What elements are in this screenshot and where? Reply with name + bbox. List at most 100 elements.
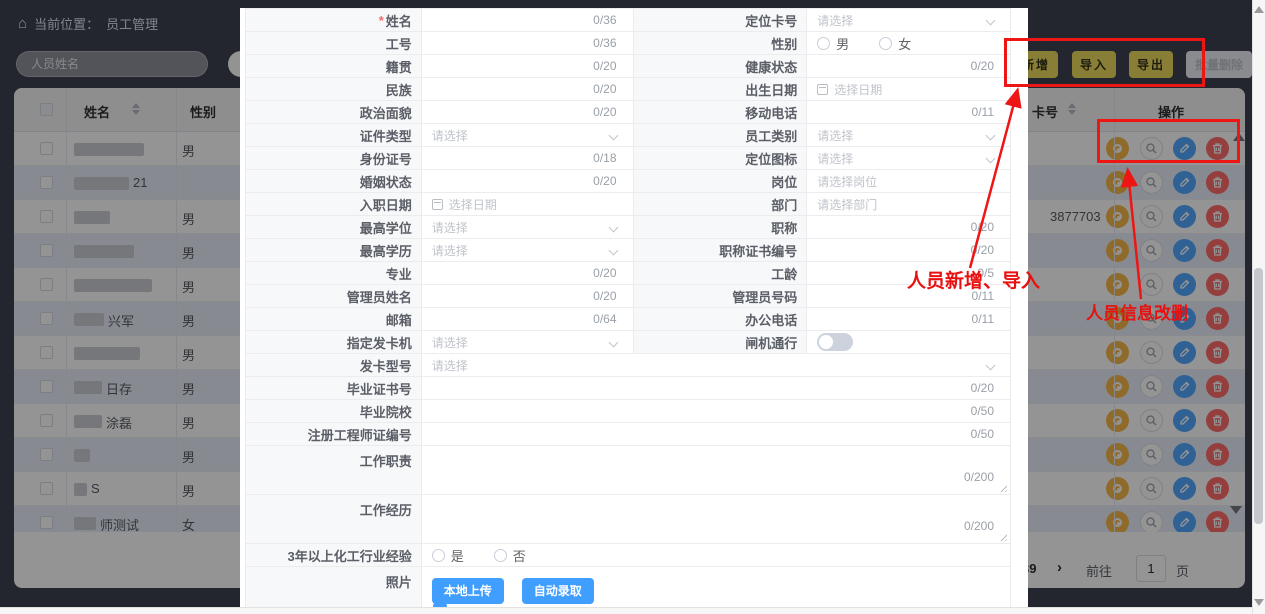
form-field-毕业证书号[interactable]: 0/20 — [422, 377, 1011, 400]
form-field-3年以上化工行业经验[interactable]: 是否 — [422, 544, 1011, 567]
form-field-定位卡号[interactable]: 请选择 — [807, 9, 1011, 32]
form-field-邮箱[interactable]: 0/64 — [422, 308, 634, 331]
form-label-民族: 民族 — [246, 78, 422, 101]
radio-circle-icon — [817, 37, 830, 50]
form-field-毕业院校[interactable]: 0/50 — [422, 400, 1011, 423]
form-field-闸机通行[interactable] — [807, 331, 1011, 354]
chevron-down-icon — [986, 154, 996, 164]
form-field-工作经历[interactable]: 0/200 — [422, 495, 1011, 544]
form-label-毕业院校: 毕业院校 — [246, 400, 422, 423]
form-label-婚姻状态: 婚姻状态 — [246, 170, 422, 193]
form-field-移动电话[interactable]: 0/11 — [807, 101, 1011, 124]
horizontal-scrollbar-track[interactable] — [0, 607, 1252, 614]
form-field-工号[interactable]: 0/36 — [422, 32, 634, 55]
form-field-出生日期[interactable]: 选择日期 — [807, 78, 1011, 101]
radio-circle-icon — [879, 37, 892, 50]
form-field-婚姻状态[interactable]: 0/20 — [422, 170, 634, 193]
form-row: 管理员姓名0/20管理员号码0/11 — [246, 285, 1011, 308]
char-counter: 0/20 — [593, 82, 616, 96]
char-counter: 0/11 — [972, 312, 994, 326]
form-field-定位图标[interactable]: 请选择 — [807, 147, 1011, 170]
radio-option-否[interactable]: 否 — [494, 546, 526, 565]
form-row: 婚姻状态0/20岗位请选择岗位 — [246, 170, 1011, 193]
scroll-up-arrow-icon[interactable] — [1254, 6, 1264, 13]
form-field-职称证书编号[interactable]: 0/20 — [807, 239, 1011, 262]
form-label-管理员姓名: 管理员姓名 — [246, 285, 422, 308]
auto-capture-button[interactable]: 自动录取 — [522, 578, 594, 604]
scroll-down-arrow-icon[interactable] — [1254, 599, 1264, 606]
form-field-健康状态[interactable]: 0/20 — [807, 55, 1011, 78]
form-label-发卡型号: 发卡型号 — [246, 354, 422, 377]
radio-option-男[interactable]: 男 — [817, 34, 849, 53]
form-label-员工类别: 员工类别 — [634, 124, 808, 147]
form-field-最高学位[interactable]: 请选择 — [422, 216, 634, 239]
chevron-down-icon — [608, 131, 618, 141]
form-field-民族[interactable]: 0/20 — [422, 78, 634, 101]
radio-option-女[interactable]: 女 — [879, 34, 911, 53]
form-row: 工作职责0/200 — [246, 446, 1011, 495]
form-label-岗位: 岗位 — [634, 170, 808, 193]
form-label-工号: 工号 — [246, 32, 422, 55]
form-row: 政治面貌0/20移动电话0/11 — [246, 101, 1011, 124]
char-counter: 0/20 — [971, 59, 994, 73]
form-row: *姓名0/36定位卡号请选择 — [246, 9, 1011, 32]
char-counter: 0/18 — [593, 151, 616, 165]
annotation-box-toolbar — [1004, 38, 1205, 87]
form-row: 最高学历请选择职称证书编号0/20 — [246, 239, 1011, 262]
chevron-down-icon — [986, 361, 996, 371]
form-label-职称证书编号: 职称证书编号 — [634, 239, 808, 262]
textarea-resize-handle[interactable] — [998, 483, 1007, 492]
char-counter: 0/50 — [971, 404, 994, 418]
form-field-管理员姓名[interactable]: 0/20 — [422, 285, 634, 308]
gate-pass-toggle[interactable] — [817, 333, 853, 351]
form-label-职称: 职称 — [634, 216, 808, 239]
char-counter: 0/20 — [971, 381, 994, 395]
form-field-专业[interactable]: 0/20 — [422, 262, 634, 285]
radio-option-是[interactable]: 是 — [432, 546, 464, 565]
form-field-身份证号[interactable]: 0/18 — [422, 147, 634, 170]
form-label-工作经历: 工作经历 — [246, 495, 422, 544]
form-row: 入职日期选择日期部门请选择部门 — [246, 193, 1011, 216]
form-field-籍贯[interactable]: 0/20 — [422, 55, 634, 78]
form-row: 毕业证书号0/20 — [246, 377, 1011, 400]
form-field-岗位[interactable]: 请选择岗位 — [807, 170, 1011, 193]
form-field-工作职责[interactable]: 0/200 — [422, 446, 1011, 495]
form-field-办公电话[interactable]: 0/11 — [807, 308, 1011, 331]
form-label-注册工程师证编号: 注册工程师证编号 — [246, 423, 422, 446]
char-counter: 0/20 — [593, 289, 616, 303]
form-field-政治面貌[interactable]: 0/20 — [422, 101, 634, 124]
form-row: 注册工程师证编号0/50 — [246, 423, 1011, 446]
form-label-入职日期: 入职日期 — [246, 193, 422, 216]
form-field-注册工程师证编号[interactable]: 0/50 — [422, 423, 1011, 446]
vertical-scrollbar-thumb[interactable] — [1254, 268, 1263, 524]
form-label-定位图标: 定位图标 — [634, 147, 808, 170]
form-label-健康状态: 健康状态 — [634, 55, 808, 78]
form-field-入职日期[interactable]: 选择日期 — [422, 193, 634, 216]
chevron-down-icon — [986, 131, 996, 141]
radio-circle-icon — [432, 549, 445, 562]
employee-form-modal: *姓名0/36定位卡号请选择工号0/36性别男女籍贯0/20健康状态0/20民族… — [240, 8, 1028, 614]
form-label-最高学历: 最高学历 — [246, 239, 422, 262]
form-row: 工号0/36性别男女 — [246, 32, 1011, 55]
chevron-down-icon — [608, 246, 618, 256]
textarea-resize-handle[interactable] — [998, 532, 1007, 541]
form-field-姓名[interactable]: 0/36 — [422, 9, 634, 32]
form-row: 民族 0/20 出生日期选择日期 — [246, 78, 1011, 101]
form-field-证件类型[interactable]: 请选择 — [422, 124, 634, 147]
form-row: 专业0/20工龄0/5 — [246, 262, 1011, 285]
form-field-员工类别[interactable]: 请选择 — [807, 124, 1011, 147]
employee-management-screen: ⌂ 当前位置： 员工管理 人员姓名 新增 导入 导出 批量删除 姓名 性别 卡号… — [0, 0, 1265, 614]
form-field-职称[interactable]: 0/20 — [807, 216, 1011, 239]
form-row: 籍贯0/20健康状态0/20 — [246, 55, 1011, 78]
form-field-性别[interactable]: 男女 — [807, 32, 1011, 55]
chevron-down-icon — [986, 16, 996, 26]
form-label-出生日期: 出生日期 — [634, 78, 808, 101]
form-field-部门[interactable]: 请选择部门 — [807, 193, 1011, 216]
form-field-最高学历[interactable]: 请选择 — [422, 239, 634, 262]
form-row: 毕业院校 0/50 — [246, 400, 1011, 423]
form-label-3年以上化工行业经验: 3年以上化工行业经验 — [246, 544, 422, 567]
calendar-icon — [817, 84, 828, 95]
form-field-发卡型号[interactable]: 请选择 — [422, 354, 1011, 377]
form-row: 工作经历0/200 — [246, 495, 1011, 544]
form-field-指定发卡机[interactable]: 请选择 — [422, 331, 634, 354]
